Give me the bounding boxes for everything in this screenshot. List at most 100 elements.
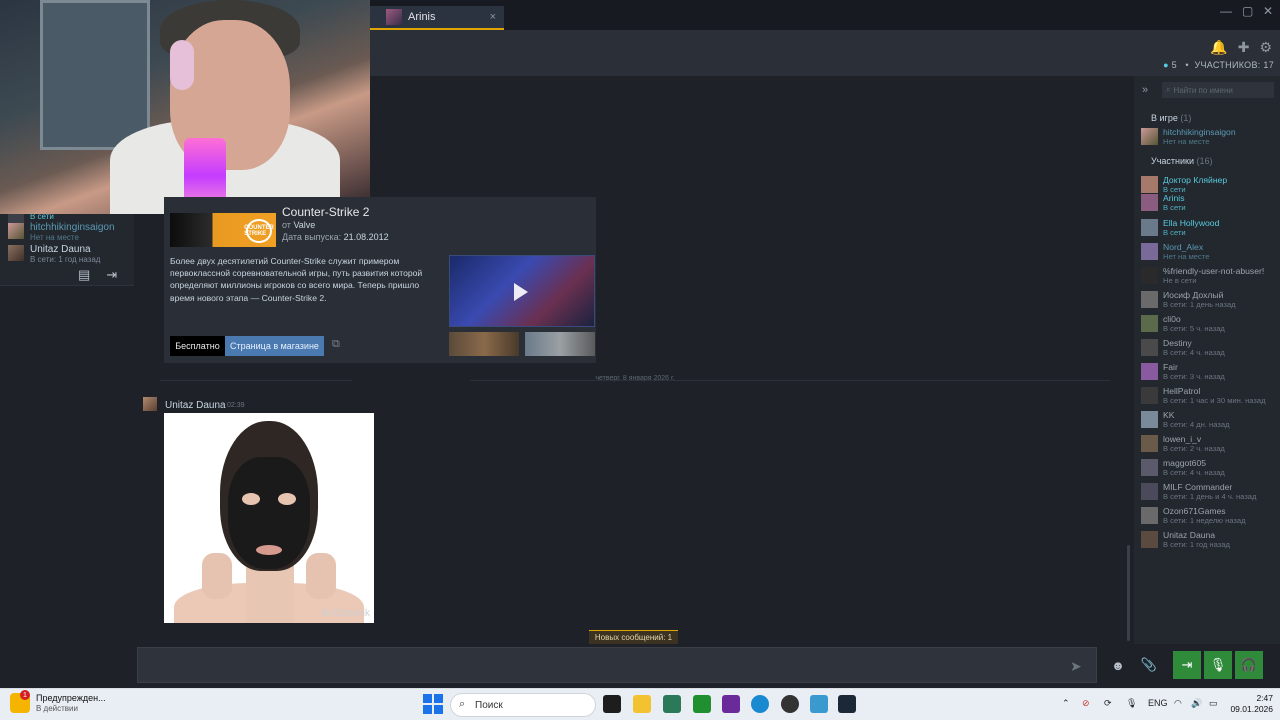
trailer-video[interactable] [449,255,595,327]
headphones-icon[interactable]: 🎧 [1235,651,1263,679]
from-label: от [282,220,291,230]
avatar [1141,387,1158,404]
online-count: 5 [1171,60,1177,70]
app-icon[interactable] [722,695,740,713]
member-item[interactable]: Destiny В сети: 4 ч. назад [1141,338,1225,357]
member-item[interactable]: Иосиф Дохлый В сети: 1 день назад [1141,290,1236,309]
member-item[interactable]: Fair В сети: 3 ч. назад [1141,362,1225,381]
chat-scrollbar[interactable] [1127,545,1130,641]
task-view-icon[interactable] [603,695,621,713]
avatar [1141,219,1158,236]
member-status: В сети: 1 час и 30 мин. назад [1163,396,1266,405]
ingame-group-title: В игре (1) [1151,113,1191,123]
member-status: В сети: 4 ч. назад [1163,348,1225,357]
members-count: ● 5 • УЧАСТНИКОВ: 17 [1163,60,1274,70]
taskbar-search[interactable]: ⌕ Поиск [450,693,596,717]
avatar [1141,363,1158,380]
member-item[interactable]: lowen_i_v В сети: 2 ч. назад [1141,434,1225,453]
member-status: В сети: 1 неделю назад [1163,516,1246,525]
add-friend-icon[interactable]: ✚ [1238,39,1250,56]
exit-icon[interactable]: ⇥ [106,267,117,283]
member-status: В сети: 1 день назад [1163,300,1236,309]
member-item[interactable]: HellPatrol В сети: 1 час и 30 мин. назад [1141,386,1266,405]
member-item[interactable]: Ozon671Games В сети: 1 неделю назад [1141,506,1246,525]
warning-subtitle: В действии [36,704,78,713]
developer-name: Valve [293,220,316,230]
wifi-icon[interactable]: ◠ [1174,698,1182,709]
member-item[interactable]: hitchhikinginsaigon Нет на месте [1141,127,1236,146]
windows-taskbar: 1 Предупрежден... В действии ⌕ Поиск ⌃ ⊘… [0,688,1280,720]
avatar [1141,435,1158,452]
collapse-icon[interactable]: » [1142,84,1148,96]
game-title[interactable]: Counter-Strike 2 [282,205,369,219]
member-item[interactable]: Ella Hollywood В сети [1141,218,1219,237]
member-item[interactable]: MILF Commander В сети: 1 день и 4 ч. наза… [1141,482,1256,501]
leave-voice-icon[interactable]: ⇥ [1173,651,1201,679]
image-hand [202,553,232,599]
message-input[interactable] [137,647,1097,683]
close-window-button[interactable]: ✕ [1263,4,1273,18]
settings-icon[interactable]: ⚙ [1259,39,1272,56]
new-messages-badge[interactable]: Новых сообщений: 1 [589,630,678,644]
emoji-icon[interactable]: ☻ [1104,652,1132,678]
edge-icon[interactable] [751,695,769,713]
message-image[interactable]: BelOptovik [164,413,374,623]
member-item[interactable]: Arinis В сети [1141,193,1186,212]
list-item[interactable]: Unitaz Dauna В сети: 1 год назад [8,244,100,265]
image-watermark: BelOptovik [321,608,370,619]
copy-link-icon[interactable]: ⧉ [332,338,340,351]
member-item[interactable]: KK В сети: 4 дн. назад [1141,410,1230,429]
game-cover[interactable]: COUNTER STRIKE [170,213,276,247]
clock[interactable]: 2:47 09.01.2026 [1227,693,1273,715]
screenshot-thumbnail[interactable] [525,332,595,356]
member-item[interactable]: %friendly-user-not-abuser! Не в сети [1141,266,1264,285]
minimize-button[interactable]: — [1220,4,1232,18]
chevron-up-icon[interactable]: ⌃ [1062,698,1070,709]
avatar [1141,243,1158,260]
list-item[interactable]: hitchhikinginsaigon Нет на месте [8,222,115,243]
member-status: В сети [1163,228,1186,237]
file-explorer-icon[interactable] [633,695,651,713]
volume-icon[interactable]: 🔊 [1191,698,1202,709]
xbox-icon[interactable] [693,695,711,713]
microphone-icon[interactable]: 🎙 [1204,651,1232,679]
start-button[interactable] [423,694,443,714]
member-item[interactable]: Unitaz Dauna В сети: 1 год назад [1141,530,1230,549]
avatar[interactable] [143,397,157,411]
maximize-button[interactable]: ▢ [1242,4,1253,18]
group-label: Участники [1151,156,1194,166]
security-warning[interactable]: 1 Предупрежден... В действии [10,690,106,714]
message-author[interactable]: Unitaz Dauna [165,400,226,411]
tray-icon[interactable]: ⊘ [1082,698,1090,709]
avatar [386,9,402,25]
member-item[interactable]: Доктор Кляйнер В сети [1141,175,1227,194]
screenshot-thumbnail[interactable] [449,332,519,356]
app-icon[interactable] [781,695,799,713]
member-name: lowen_i_v [1163,434,1202,444]
mic-tray-icon[interactable]: 🎙 [1126,698,1137,709]
member-status: В сети: 4 дн. назад [1163,420,1230,429]
language-indicator[interactable]: ENG [1148,698,1168,708]
member-name: Unitaz Dauna [1163,530,1216,540]
member-item[interactable]: Nord_Alex Нет на месте [1141,242,1209,261]
notepad-icon[interactable] [810,695,828,713]
member-status: В сети [1163,203,1186,212]
cs-logo: COUNTER STRIKE [244,219,274,243]
member-status: В сети: 4 ч. назад [1163,468,1225,477]
member-item[interactable]: cli0o В сети: 5 ч. назад [1141,314,1225,333]
send-icon[interactable]: ➤ [1070,658,1082,675]
member-search-input[interactable]: ⌕ Найти по имени [1162,82,1274,98]
member-name: hitchhikinginsaigon [1163,127,1236,137]
steam-icon[interactable] [838,695,856,713]
tray-icon[interactable]: ⟳ [1104,698,1112,709]
app-icon[interactable] [663,695,681,713]
attach-icon[interactable]: 📎 [1135,652,1163,678]
battery-icon[interactable]: ▭ [1209,698,1218,709]
member-item[interactable]: maggot605 В сети: 4 ч. назад [1141,458,1225,477]
chat-tab-arinis[interactable]: Arinis × [378,6,504,30]
close-tab-icon[interactable]: × [490,11,496,23]
bell-icon[interactable]: 🔔 [1210,39,1227,56]
notes-icon[interactable]: ▤ [78,267,90,283]
store-page-button[interactable]: Страница в магазине [225,336,324,356]
avatar [1141,339,1158,356]
